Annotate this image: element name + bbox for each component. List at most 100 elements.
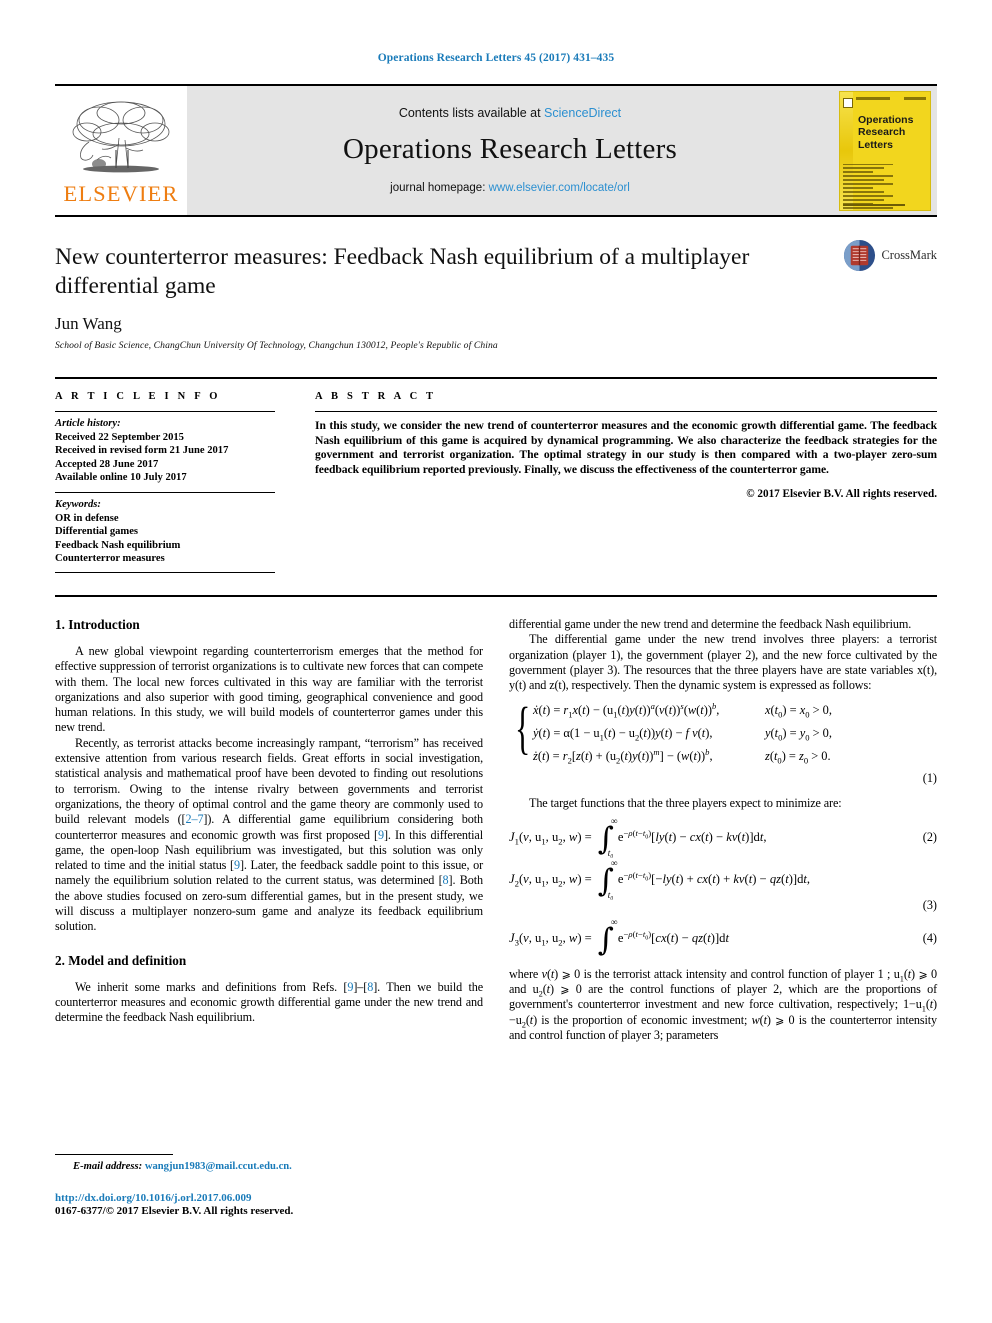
equation-3-lhs: J2(v, u1, u2, w) = xyxy=(509,872,592,889)
crossmark-icon xyxy=(844,239,876,272)
article-info-heading: A R T I C L E I N F O xyxy=(55,391,221,402)
cover-title-line-1: Operations xyxy=(858,113,914,126)
section-heading-model: 2. Model and definition xyxy=(55,952,187,968)
equation-1-number: (1) xyxy=(922,771,937,786)
journal-cover-thumbnail: Operations Research Letters xyxy=(839,90,931,211)
keyword-item: Differential games xyxy=(55,526,139,538)
author-name: Jun Wang xyxy=(55,314,122,333)
right-paragraph-2: The target functions that the three play… xyxy=(529,796,842,811)
right-paragraph-1: The differential game under the new tren… xyxy=(509,632,937,693)
model-paragraph-1: We inherit some marks and definitions fr… xyxy=(55,980,483,1026)
equation-3-number: (3) xyxy=(922,897,937,912)
equation-4-integrand: e−ρ(t−t0)[cx(t) − qz(t)]dt xyxy=(617,929,729,946)
integral-upper-limit: ∞ xyxy=(610,917,618,928)
abstract-rule xyxy=(315,411,937,412)
elsevier-wordmark: ELSEVIER xyxy=(63,181,179,206)
crossmark-badge-group[interactable]: CrossMark xyxy=(843,239,937,272)
article-info-column: A R T I C L E I N F O Article history: R… xyxy=(55,391,305,573)
citation-ref-2-7[interactable]: 2–7 xyxy=(186,812,204,826)
keyword-item: OR in defense xyxy=(55,512,119,524)
crossmark-label: CrossMark xyxy=(881,248,937,262)
integral-lower-limit: t₀ xyxy=(607,847,614,858)
section-heading-introduction: 1. Introduction xyxy=(55,616,140,632)
cover-title: Operations Research Letters xyxy=(858,114,913,152)
equation-4-lhs: J3(v, u1, u2, w) = xyxy=(509,931,592,948)
email-address-line: E-mail address: wangjun1983@mail.ccut.ed… xyxy=(55,1161,483,1172)
page-title: New counterterror measures: Feedback Nas… xyxy=(55,244,750,299)
abstract-column: A B S T R A C T In this study, we consid… xyxy=(305,391,937,573)
equation-4: J3(v, u1, u2, w) = ∫ ∞ e−ρ(t−t0)[cx(t) −… xyxy=(509,917,937,958)
equation-3-integrand: e−ρ(t−t0)[−ly(t) + cx(t) + kv(t) − qz(t)… xyxy=(617,870,811,887)
equation-1-row-2: ẏ(t) = α(1 − u1(t) − u2(t))y(t) − f v(t)… xyxy=(533,726,832,743)
email-label: E-mail address: xyxy=(73,1160,143,1172)
body-columns: 1. Introduction A new global viewpoint r… xyxy=(55,594,937,1217)
journal-title: Operations Research Letters xyxy=(343,132,677,165)
history-item: Available online 10 July 2017 xyxy=(55,472,187,484)
issn-copyright-line: 0167-6377/© 2017 Elsevier B.V. All right… xyxy=(55,1204,294,1217)
cover-footer-rule xyxy=(843,203,905,206)
doi-link[interactable]: http://dx.doi.org/10.1016/j.orl.2017.06.… xyxy=(55,1192,251,1204)
integral-sign-2: ∫ ∞ t₀ xyxy=(597,816,618,858)
doi-link-container[interactable]: http://dx.doi.org/10.1016/j.orl.2017.06.… xyxy=(55,1192,483,1204)
keyword-item: Counterterror measures xyxy=(55,553,165,565)
integral-upper-limit: ∞ xyxy=(610,816,618,827)
homepage-prefix: journal homepage: xyxy=(390,181,489,194)
journal-masthead: ELSEVIER Contents lists available at Sci… xyxy=(55,84,937,217)
footnote-block: E-mail address: wangjun1983@mail.ccut.ed… xyxy=(55,1153,483,1217)
history-item: Received 22 September 2015 xyxy=(55,431,184,443)
integral-sign-3: ∫ ∞ t₀ xyxy=(597,858,618,900)
integral-sign-4: ∫ ∞ xyxy=(597,917,618,958)
left-column: 1. Introduction A new global viewpoint r… xyxy=(55,617,483,1217)
cover-header-rules xyxy=(856,96,926,100)
contents-available-line: Contents lists available at ScienceDirec… xyxy=(399,106,621,120)
equation-3: J2(v, u1, u2, w) = ∫ ∞ t₀ e−ρ(t−t0)[−ly(… xyxy=(509,858,937,900)
equation-2-integrand: e−ρ(t−t0)[ly(t) − cx(t) − kv(t)]dt, xyxy=(617,828,767,845)
journal-homepage-link[interactable]: www.elsevier.com/locate/orl xyxy=(489,182,630,194)
cover-title-line-3: Letters xyxy=(858,138,894,151)
history-item: Accepted 28 June 2017 xyxy=(55,458,159,470)
equation-2-number: (2) xyxy=(922,830,937,845)
equation-2: J1(v, u1, u2, w) = ∫ ∞ t₀ e−ρ(t−t0)[ly(t… xyxy=(509,816,937,858)
equation-system-1: { ẋ(t) = r1x(t) − (u1(t)y(t))a(v(t))s(w(… xyxy=(515,695,937,767)
article-history-label: Article history: xyxy=(55,418,121,429)
keywords-label: Keywords: xyxy=(55,498,101,510)
article-page: Operations Research Letters 45 (2017) 43… xyxy=(0,0,992,1323)
info-abstract-block: A R T I C L E I N F O Article history: R… xyxy=(55,377,937,577)
copyright-line: © 2017 Elsevier B.V. All rights reserved… xyxy=(746,488,937,501)
keyword-item: Feedback Nash equilibrium xyxy=(55,539,181,551)
article-history: Article history: Received 22 September 2… xyxy=(55,412,275,492)
elsevier-tree-icon xyxy=(72,101,170,173)
intro-paragraph-2: Recently, as terrorist attacks become in… xyxy=(55,736,483,935)
masthead-center: Contents lists available at ScienceDirec… xyxy=(187,86,833,215)
model-p1-part-b: ]–[ xyxy=(353,979,368,994)
info-rule-bottom xyxy=(55,571,275,573)
integral-lower-limit: t₀ xyxy=(607,889,614,900)
equation-1-row-1: ẋ(t) = r1x(t) − (u1(t)y(t))a(v(t))s(w(t)… xyxy=(533,701,832,720)
author-affiliation: School of Basic Science, ChangChun Unive… xyxy=(55,340,498,351)
title-block: CrossMark New counterterror measures: Fe… xyxy=(55,217,937,351)
where-paragraph: where v(t) ⩾ 0 is the terrorist attack i… xyxy=(509,966,938,1042)
integral-upper-limit: ∞ xyxy=(610,858,618,869)
equation-1-row-3: ż(t) = r2[z(t) + (u2(t)y(t))m] − (w(t))b… xyxy=(533,747,831,766)
running-head: Operations Research Letters 45 (2017) 43… xyxy=(377,52,615,64)
publisher-logo: ELSEVIER xyxy=(55,86,187,215)
contents-prefix: Contents lists available at xyxy=(398,105,545,120)
sciencedirect-link[interactable]: ScienceDirect xyxy=(544,106,621,120)
equation-2-lhs: J1(v, u1, u2, w) = xyxy=(509,830,592,847)
abstract-heading: A B S T R A C T xyxy=(315,391,437,402)
equation-4-number: (4) xyxy=(922,931,937,946)
history-item: Received in revised form 21 June 2017 xyxy=(55,445,229,457)
author-email-link[interactable]: wangjun1983@mail.ccut.edu.cn. xyxy=(145,1161,292,1172)
right-column: differential game under the new trend an… xyxy=(509,617,937,1217)
cover-thumbnail-container: Operations Research Letters xyxy=(833,86,937,215)
cover-publisher-mark xyxy=(843,97,853,108)
keywords-block: Keywords: OR in defense Differential gam… xyxy=(55,493,275,572)
cover-title-line-2: Research xyxy=(858,126,906,138)
journal-homepage-line: journal homepage: www.elsevier.com/locat… xyxy=(390,182,630,194)
intro-paragraph-1: A new global viewpoint regarding counter… xyxy=(55,643,483,735)
model-p1-part-a: We inherit some marks and definitions fr… xyxy=(75,979,348,994)
model-paragraph-1-continued: differential game under the new trend an… xyxy=(509,616,912,631)
equation-brace: { xyxy=(515,695,531,761)
footnote-rule xyxy=(55,1153,173,1155)
abstract-text: In this study, we consider the new trend… xyxy=(315,419,937,476)
